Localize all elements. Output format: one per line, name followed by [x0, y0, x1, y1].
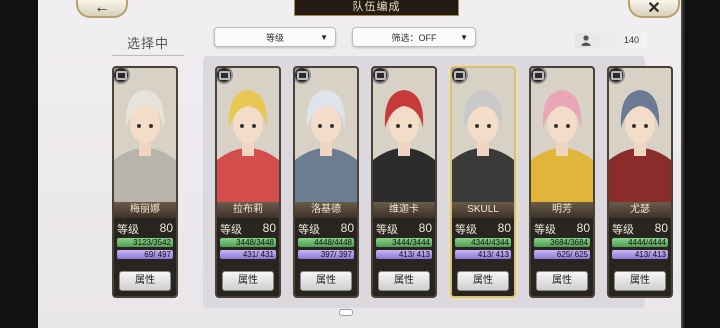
level-value: 80 [576, 221, 590, 235]
attributes-button[interactable]: 属性 [457, 271, 509, 291]
level-label: 等级 [117, 224, 139, 236]
character-portrait [217, 68, 279, 202]
character-name: 洛基德 [295, 202, 357, 218]
character-card[interactable]: SKULL 等级 80 4344/4344 413/ 413 属性 [450, 66, 516, 298]
mp-bar: 431/ 431 [220, 250, 276, 259]
hp-bar: 4444/4444 [612, 238, 668, 247]
chevron-down-icon: ▼ [320, 33, 328, 42]
hp-bar: 4448/4448 [298, 238, 354, 247]
character-portrait [531, 68, 593, 202]
hp-bar: 3448/3448 [220, 238, 276, 247]
level-row: 等级 80 [298, 221, 354, 236]
character-card[interactable]: 尤瑟 等级 80 4444/4444 413/ 413 属性 [607, 66, 673, 298]
level-value: 80 [654, 221, 668, 235]
level-value: 80 [262, 221, 276, 235]
character-name: SKULL [452, 202, 514, 218]
hp-bar: 4344/4344 [455, 238, 511, 247]
level-value: 80 [497, 221, 511, 235]
level-label: 等级 [298, 224, 320, 236]
person-icon [581, 35, 591, 46]
character-portrait [373, 68, 435, 202]
filter-dropdown[interactable]: 筛选：OFF ▼ [352, 27, 476, 47]
level-label: 等级 [455, 224, 477, 236]
hp-bar: 3123/3542 [117, 238, 173, 247]
page-title: 队伍编成 [294, 0, 459, 16]
character-card[interactable]: 拉布莉 等级 80 3448/3448 431/ 431 属性 [215, 66, 281, 298]
level-label: 等级 [220, 224, 242, 236]
level-row: 等级 80 [455, 221, 511, 236]
close-icon: ✕ [647, 0, 661, 17]
level-label: 等级 [534, 224, 556, 236]
attributes-button[interactable]: 属性 [614, 271, 666, 291]
party-badge-icon [114, 68, 130, 84]
character-name: 维迦卡 [373, 202, 435, 218]
party-badge-icon [609, 68, 625, 84]
hp-bar: 3444/3444 [376, 238, 432, 247]
level-row: 等级 80 [220, 221, 276, 236]
left-arrow-icon: ← [94, 0, 110, 16]
character-card[interactable]: 维迦卡 等级 80 3444/3444 413/ 413 属性 [371, 66, 437, 298]
sort-dropdown[interactable]: 等级 ▼ [214, 27, 336, 47]
right-screen-edge [681, 0, 720, 328]
back-button[interactable]: ← [76, 0, 128, 18]
character-name: 拉布莉 [217, 202, 279, 218]
mp-bar: 413/ 413 [612, 250, 668, 259]
attributes-button[interactable]: 属性 [222, 271, 274, 291]
unit-count-badge: 140 [575, 33, 647, 48]
level-row: 等级 80 [376, 221, 432, 236]
character-portrait [114, 68, 176, 202]
mp-bar: 69/ 497 [117, 250, 173, 259]
close-button[interactable]: ✕ [628, 0, 680, 18]
character-portrait [609, 68, 671, 202]
selected-label: 选择中 [112, 33, 184, 56]
character-portrait [295, 68, 357, 202]
attributes-button[interactable]: 属性 [119, 271, 171, 291]
hp-bar: 3684/3684 [534, 238, 590, 247]
character-name: 明芳 [531, 202, 593, 218]
level-label: 等级 [612, 224, 634, 236]
level-row: 等级 80 [534, 221, 590, 236]
character-card[interactable]: 明芳 等级 80 3684/3684 625/ 625 属性 [529, 66, 595, 298]
level-value: 80 [340, 221, 354, 235]
party-badge-icon [295, 68, 311, 84]
party-badge-icon [373, 68, 389, 84]
character-name: 梅丽娜 [114, 202, 176, 218]
unit-count: 140 [623, 35, 639, 45]
level-value: 80 [159, 221, 173, 235]
mp-bar: 625/ 625 [534, 250, 590, 259]
character-portrait [452, 68, 514, 202]
attributes-button[interactable]: 属性 [536, 271, 588, 291]
level-label: 等级 [376, 224, 398, 236]
character-name: 尤瑟 [609, 202, 671, 218]
mp-bar: 397/ 397 [298, 250, 354, 259]
left-screen-edge [0, 0, 38, 328]
party-badge-icon [531, 68, 547, 84]
filter-value: 筛选：OFF [391, 32, 437, 43]
attributes-button[interactable]: 属性 [378, 271, 430, 291]
character-card[interactable]: 梅丽娜 等级 80 3123/3542 69/ 497 属性 [112, 66, 178, 298]
level-row: 等级 80 [117, 221, 173, 236]
page-indicator[interactable] [339, 309, 353, 316]
character-card[interactable]: 洛基德 等级 80 4448/4448 397/ 397 属性 [293, 66, 359, 298]
party-badge-icon [217, 68, 233, 84]
sort-value: 等级 [265, 32, 284, 43]
chevron-down-icon: ▼ [460, 33, 468, 42]
party-badge-icon [452, 68, 468, 84]
attributes-button[interactable]: 属性 [300, 271, 352, 291]
level-row: 等级 80 [612, 221, 668, 236]
mp-bar: 413/ 413 [376, 250, 432, 259]
level-value: 80 [418, 221, 432, 235]
mp-bar: 413/ 413 [455, 250, 511, 259]
